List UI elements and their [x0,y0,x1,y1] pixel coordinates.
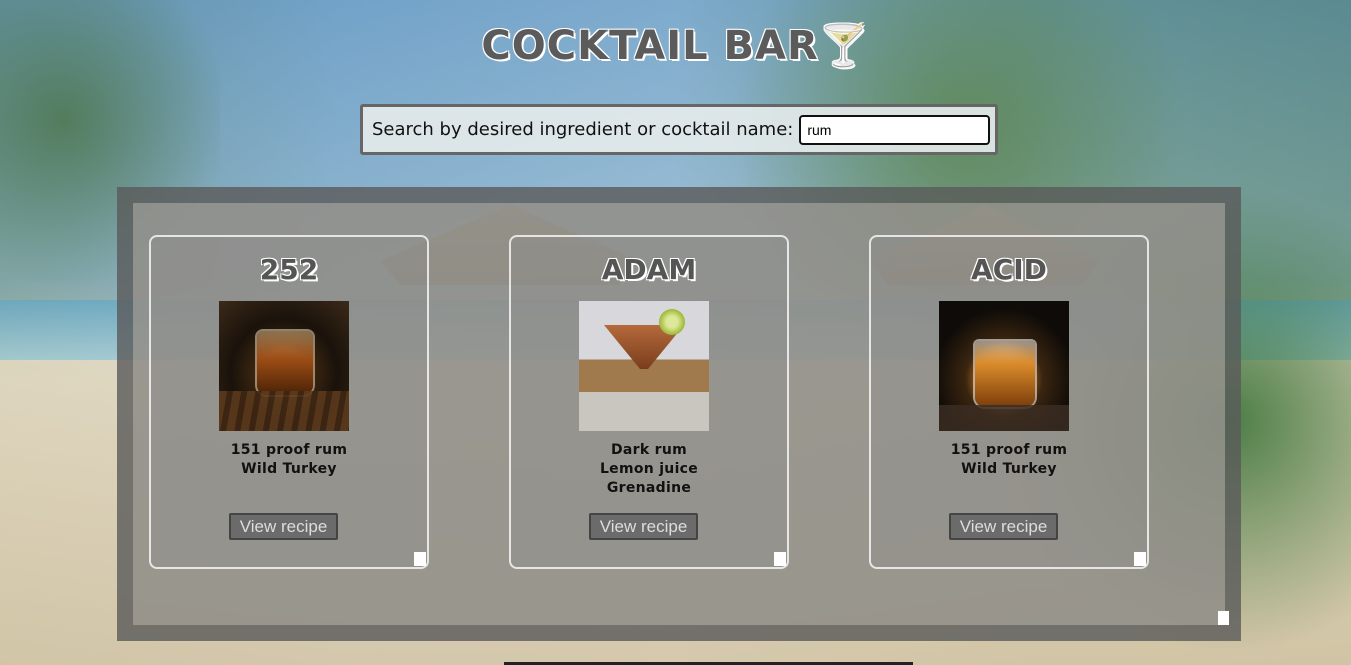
resize-handle[interactable] [414,552,426,566]
view-recipe-button[interactable]: View recipe [949,513,1058,540]
results-panel-inner: 252 151 proof rum Wild Turkey View recip… [133,203,1225,625]
page-title-text: COCKTAIL BAR [481,23,819,69]
ingredient-list: 151 proof rum Wild Turkey [871,441,1147,479]
view-recipe-button[interactable]: View recipe [589,513,698,540]
view-recipe-button[interactable]: View recipe [229,513,338,540]
cocktail-card: ADAM Dark rum Lemon juice Grenadine View… [509,235,789,569]
ingredient-item: Grenadine [606,480,692,496]
ingredient-item: 151 proof rum [230,442,348,458]
resize-handle[interactable] [774,552,786,566]
cocktail-photo [219,301,349,431]
cocktail-photo [579,301,709,431]
cocktail-card: ACID 151 proof rum Wild Turkey View reci… [869,235,1149,569]
ingredient-item: Dark rum [610,442,688,458]
ingredient-list: Dark rum Lemon juice Grenadine [511,441,787,498]
cocktail-photo [939,301,1069,431]
cocktail-name: ACID [971,253,1047,286]
resize-handle[interactable] [1134,552,1146,566]
cocktail-name: ADAM [601,253,697,286]
cocktail-card: 252 151 proof rum Wild Turkey View recip… [149,235,429,569]
ingredient-item: Lemon juice [599,461,699,477]
search-label: Search by desired ingredient or cocktail… [372,119,794,140]
ingredient-item: Wild Turkey [961,461,1057,477]
page-title: COCKTAIL BAR🍸 [0,22,1351,69]
search-input[interactable] [799,114,991,145]
resize-handle[interactable] [1218,611,1229,625]
ingredient-item: 151 proof rum [950,442,1068,458]
search-bar: Search by desired ingredient or cocktail… [360,104,998,155]
cocktail-name: 252 [259,253,319,286]
ingredient-item: Wild Turkey [241,461,337,477]
ingredient-list: 151 proof rum Wild Turkey [151,441,427,479]
results-panel: 252 151 proof rum Wild Turkey View recip… [117,187,1241,641]
martini-glass-icon: 🍸 [818,23,870,69]
